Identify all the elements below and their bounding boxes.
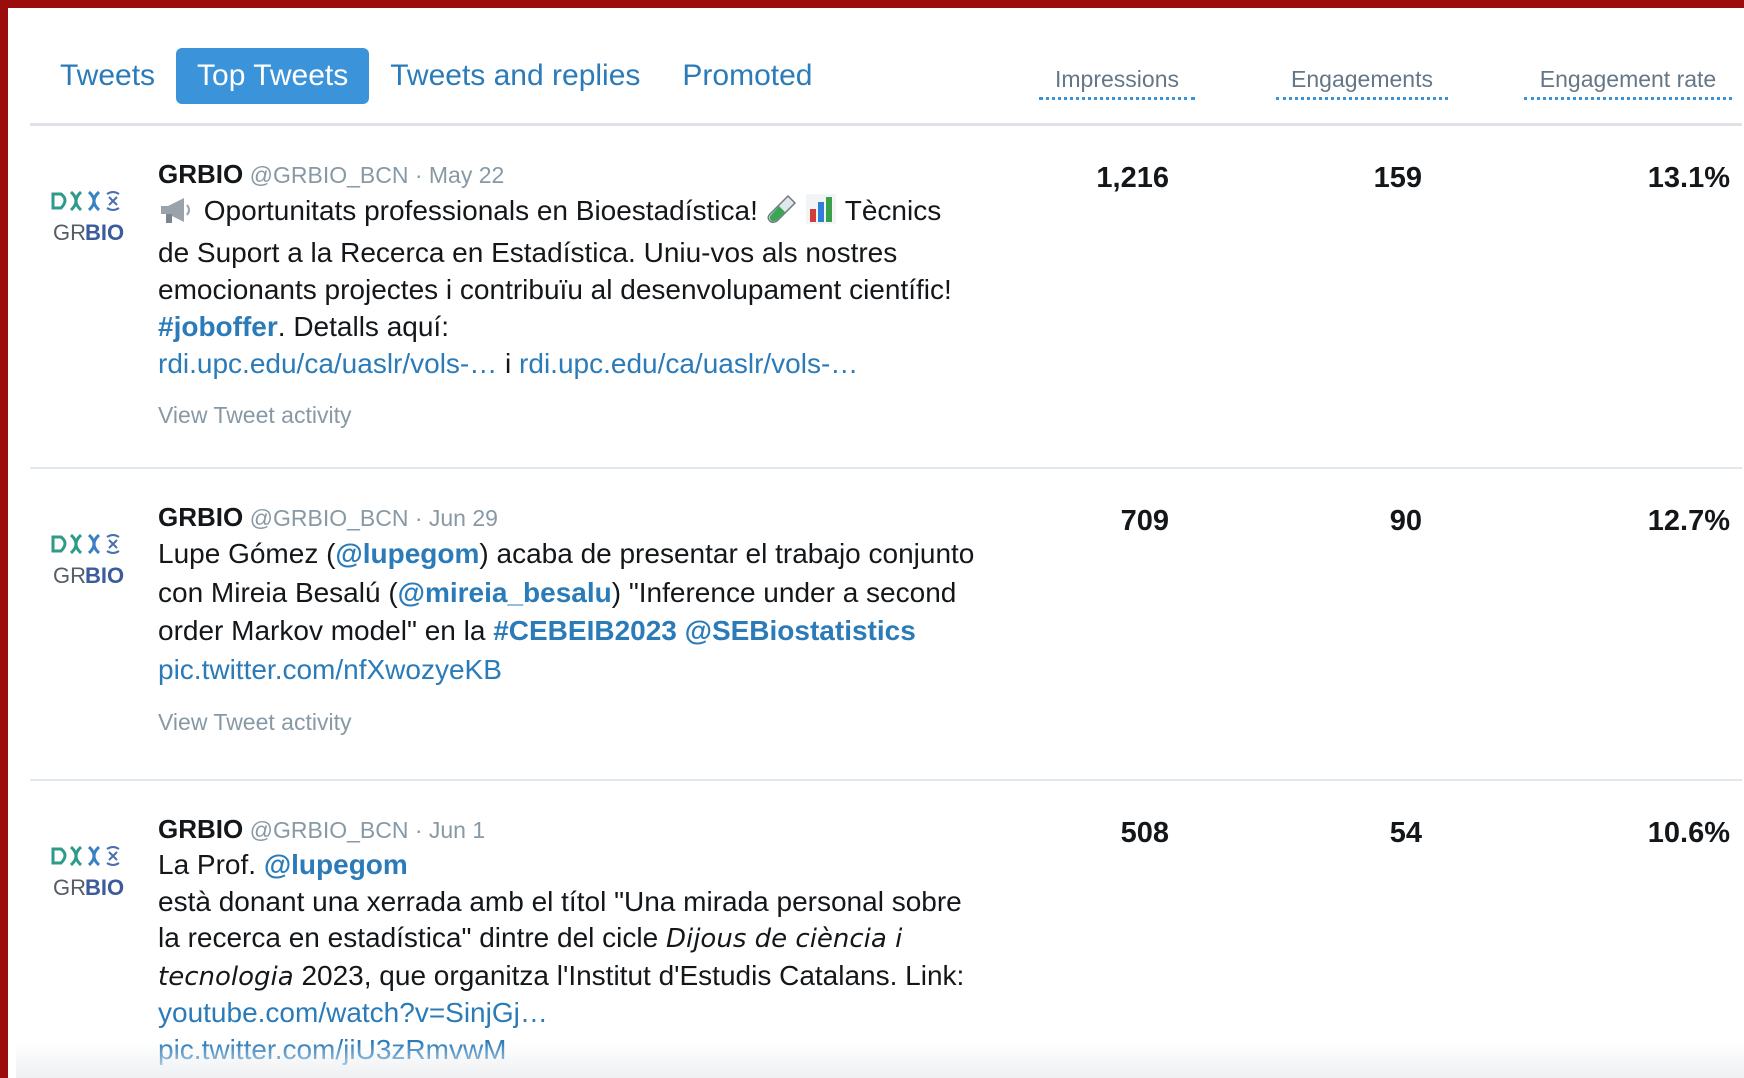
mention-link[interactable]: @lupegom <box>335 538 479 569</box>
tweet-date[interactable]: · Jun 29 <box>415 505 498 531</box>
tab-promoted[interactable]: Promoted <box>661 48 833 104</box>
tweet-row: GR BIO GRBIO @GRBIO_BCN · Jun 29 Lupe Gó… <box>30 469 1742 781</box>
url-link[interactable]: rdi.upc.edu/ca/uaslr/vols-… <box>519 348 858 379</box>
tweet-text: La Prof. @lupegom està donant una xerrada… <box>158 847 978 1068</box>
svg-text:BIO: BIO <box>85 220 124 245</box>
hashtag-link[interactable]: #joboffer <box>158 311 278 342</box>
url-link[interactable]: youtube.com/watch?v=SinjGj… <box>158 997 548 1028</box>
hashtag-link[interactable]: #CEBEIB2023 <box>493 615 677 646</box>
engagement-rate-value: 10.6% <box>1647 817 1730 849</box>
engagements-value: 54 <box>1389 817 1422 849</box>
impressions-value: 709 <box>1120 505 1169 537</box>
tab-top-tweets[interactable]: Top Tweets <box>176 48 370 104</box>
svg-text:BIO: BIO <box>85 875 124 900</box>
tab-tweets-and-replies[interactable]: Tweets and replies <box>369 48 661 104</box>
engagements-value: 159 <box>1373 162 1422 194</box>
tweet-text: Lupe Gómez (@lupegom) acaba de presentar… <box>158 538 975 685</box>
grbio-logo-icon: GR BIO <box>51 845 124 900</box>
tweet-date[interactable]: · May 22 <box>415 162 504 188</box>
engagement-rate-value: 12.7% <box>1647 505 1730 537</box>
avatar[interactable]: GR BIO <box>49 188 133 248</box>
account-handle[interactable]: @GRBIO_BCN <box>250 505 409 531</box>
view-tweet-activity-link[interactable]: View Tweet activity <box>158 709 978 736</box>
avatar[interactable]: GR BIO <box>49 843 133 903</box>
account-name[interactable]: GRBIO <box>158 159 243 189</box>
tweet-meta: GRBIO @GRBIO_BCN · Jun 1 <box>158 811 978 847</box>
tweet-meta: GRBIO @GRBIO_BCN · Jun 29 <box>158 499 978 535</box>
svg-text:GR: GR <box>53 875 86 900</box>
tweets-table-header: Tweets Top Tweets Tweets and replies Pro… <box>30 38 1742 126</box>
view-tweet-activity-link[interactable]: View Tweet activity <box>158 402 978 429</box>
mention-link[interactable]: @lupegom <box>264 849 408 880</box>
bar-chart-icon <box>805 193 837 234</box>
analytics-panel: Tweets Top Tweets Tweets and replies Pro… <box>0 0 1744 1078</box>
grbio-logo-icon: GR BIO <box>51 533 124 588</box>
grbio-logo-icon: GR BIO <box>51 190 124 245</box>
tab-tweets[interactable]: Tweets <box>30 48 176 104</box>
tweet-meta: GRBIO @GRBIO_BCN · May 22 <box>158 156 978 192</box>
mention-link[interactable]: @mireia_besalu <box>398 577 612 608</box>
megaphone-icon <box>158 195 196 234</box>
account-handle[interactable]: @GRBIO_BCN <box>250 162 409 188</box>
tweet-date[interactable]: · Jun 1 <box>415 817 485 843</box>
impressions-value: 1,216 <box>1096 162 1169 194</box>
url-link[interactable]: pic.twitter.com/nfXwozyeKB <box>158 654 502 685</box>
tweet-row: GR BIO GRBIO @GRBIO_BCN · May 22 Oportun… <box>30 126 1742 469</box>
svg-text:GR: GR <box>53 563 86 588</box>
tweet-text: Oportunitats professionals en Bioestadís… <box>158 193 952 379</box>
impressions-column-header[interactable]: Impressions <box>1039 66 1195 100</box>
tweet-filter-tabs: Tweets Top Tweets Tweets and replies Pro… <box>30 48 833 104</box>
impressions-value: 508 <box>1120 817 1169 849</box>
avatar[interactable]: GR BIO <box>49 531 133 591</box>
tweet-row: GR BIO GRBIO @GRBIO_BCN · Jun 1 La Prof.… <box>30 781 1742 1078</box>
svg-text:BIO: BIO <box>85 563 124 588</box>
engagements-column-header[interactable]: Engagements <box>1276 66 1448 100</box>
svg-text:GR: GR <box>53 220 86 245</box>
engagements-value: 90 <box>1389 505 1422 537</box>
scroll-fade <box>16 1042 1744 1078</box>
engagement-rate-column-header[interactable]: Engagement rate <box>1524 66 1732 100</box>
engagement-rate-value: 13.1% <box>1647 162 1730 194</box>
mention-link[interactable]: @SEBiostatistics <box>685 615 916 646</box>
account-name[interactable]: GRBIO <box>158 814 243 844</box>
test-tube-icon <box>766 193 798 234</box>
account-handle[interactable]: @GRBIO_BCN <box>250 817 409 843</box>
url-link[interactable]: rdi.upc.edu/ca/uaslr/vols-… <box>158 348 497 379</box>
account-name[interactable]: GRBIO <box>158 502 243 532</box>
